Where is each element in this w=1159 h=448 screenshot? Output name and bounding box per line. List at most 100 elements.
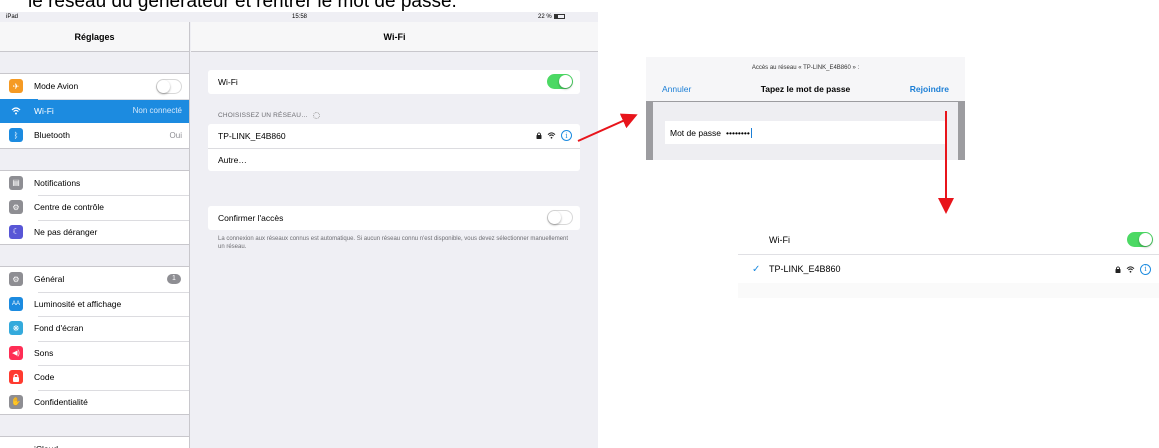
bluetooth-status-value: Oui xyxy=(169,130,182,140)
network-name: TP-LINK_E4B860 xyxy=(218,130,286,141)
ipad-settings-screenshot: iPad 15:58 22 % Réglages ✈ Mode Avion Wi… xyxy=(0,12,598,448)
lock-icon xyxy=(9,370,23,385)
network-list: TP-LINK_E4B860 i Autre… xyxy=(208,124,580,171)
wifi-signal-icon xyxy=(1126,265,1135,273)
sidebar-item-label: Ne pas déranger xyxy=(34,226,98,237)
connected-result-screenshot: Wi-Fi ✓ TP-LINK_E4B860 i xyxy=(738,225,1159,298)
sidebar-item-label: Code xyxy=(34,372,55,383)
sidebar-group-icloud: ☁ iCloud xyxy=(0,436,189,448)
other-network-label: Autre… xyxy=(218,154,247,165)
wifi-switch-label: Wi-Fi xyxy=(218,76,238,87)
sidebar-item-display[interactable]: AA Luminosité et affichage xyxy=(0,291,189,317)
result-wifi-toggle[interactable] xyxy=(1127,232,1153,247)
sidebar-item-label: Wi-Fi xyxy=(34,105,54,116)
sidebar-item-label: Centre de contrôle xyxy=(34,202,104,213)
general-badge: 1 xyxy=(167,274,181,285)
airplane-icon: ✈ xyxy=(9,79,23,94)
wifi-switch-group: Wi-Fi xyxy=(208,70,580,94)
wifi-detail-pane: Wi-Fi Wi-Fi CHOISISSEZ UN RÉSEAU… TP-LIN… xyxy=(191,22,598,448)
other-network-row[interactable]: Autre… xyxy=(208,147,580,172)
battery-percent: 22 % xyxy=(538,14,552,21)
sidebar-item-wallpaper[interactable]: ❋ Fond d'écran xyxy=(0,316,189,341)
battery-icon xyxy=(553,14,565,19)
sound-icon: ◀) xyxy=(9,345,23,360)
sidebar-item-label: Bluetooth xyxy=(34,130,70,141)
gear-icon: ⚙ xyxy=(9,272,23,287)
control-center-icon: ⚙ xyxy=(9,200,23,215)
sidebar-item-privacy[interactable]: ✋ Confidentialité xyxy=(0,389,189,415)
status-time: 15:58 xyxy=(292,14,308,20)
status-bar: iPad 15:58 22 % xyxy=(0,12,598,22)
wifi-switch-row: Wi-Fi xyxy=(208,70,580,94)
airplane-mode-toggle[interactable] xyxy=(156,78,182,94)
sidebar-item-airplane-mode[interactable]: ✈ Mode Avion xyxy=(0,74,189,99)
password-sheet-header: Accès au réseau « TP-LINK_E4B860 » : Tap… xyxy=(646,57,965,101)
wifi-toggle[interactable] xyxy=(547,74,573,90)
checkmark-icon: ✓ xyxy=(752,263,761,275)
password-sheet-screenshot: Accès au réseau « TP-LINK_E4B860 » : Tap… xyxy=(646,57,965,160)
sidebar-item-do-not-disturb[interactable]: ☾ Ne pas déranger xyxy=(0,219,189,245)
info-icon[interactable]: i xyxy=(1140,263,1151,275)
sidebar-item-wifi[interactable]: Wi-Fi Non connecté xyxy=(0,98,189,123)
wifi-icon xyxy=(9,103,23,118)
result-wifi-label: Wi-Fi xyxy=(769,234,790,245)
choose-network-section-label: CHOISISSEZ UN RÉSEAU… xyxy=(218,112,320,119)
result-network-row[interactable]: ✓ TP-LINK_E4B860 i xyxy=(738,254,1159,283)
network-row[interactable]: TP-LINK_E4B860 i xyxy=(208,124,580,148)
lock-icon xyxy=(536,132,542,140)
ask-to-join-toggle[interactable] xyxy=(547,210,573,226)
sidebar-group-connectivity: ✈ Mode Avion Wi-Fi Non connecté ᛒ Blueto… xyxy=(0,73,189,149)
hand-icon: ✋ xyxy=(9,394,23,409)
sidebar-item-label: Confidentialité xyxy=(34,396,88,407)
sidebar-item-bluetooth[interactable]: ᛒ Bluetooth Oui xyxy=(0,123,189,148)
carrier-label: iPad xyxy=(6,14,19,20)
sidebar-item-notifications[interactable]: ▤ Notifications xyxy=(0,171,189,196)
cloud-icon: ☁ xyxy=(9,442,23,448)
loading-spinner-icon xyxy=(312,112,320,119)
settings-sidebar: Réglages ✈ Mode Avion Wi-Fi Non connecté… xyxy=(0,22,190,448)
cancel-button[interactable]: Annuler xyxy=(662,84,691,94)
sidebar-item-label: Sons xyxy=(34,347,54,358)
ask-to-join-label: Confirmer l'accès xyxy=(218,212,284,223)
join-button[interactable]: Rejoindre xyxy=(910,84,949,94)
result-wifi-row: Wi-Fi xyxy=(738,225,1159,254)
sidebar-item-label: Fond d'écran xyxy=(34,323,84,334)
ask-to-join-group: Confirmer l'accès xyxy=(208,206,580,230)
ask-to-join-row: Confirmer l'accès xyxy=(208,206,580,230)
sidebar-item-general[interactable]: ⚙ Général 1 xyxy=(0,267,189,292)
ask-to-join-footnote: La connexion aux réseaux connus est auto… xyxy=(218,236,569,250)
wifi-status-value: Non connecté xyxy=(132,106,182,116)
brightness-icon: AA xyxy=(9,296,23,311)
sidebar-item-label: Luminosité et affichage xyxy=(34,298,122,309)
text-caret xyxy=(750,127,752,138)
sidebar-item-label: Mode Avion xyxy=(34,81,79,92)
section-label-text: CHOISISSEZ UN RÉSEAU… xyxy=(218,112,308,120)
wallpaper-icon: ❋ xyxy=(9,321,23,336)
sidebar-item-label: Notifications xyxy=(34,177,81,188)
sidebar-item-label: Général xyxy=(34,274,65,285)
sidebar-item-passcode[interactable]: Code xyxy=(0,365,189,390)
moon-icon: ☾ xyxy=(9,224,23,239)
password-field[interactable]: Mot de passe •••••••• xyxy=(665,121,947,144)
sidebar-item-sounds[interactable]: ◀) Sons xyxy=(0,340,189,366)
info-icon[interactable]: i xyxy=(561,130,572,142)
result-network-name: TP-LINK_E4B860 xyxy=(769,264,841,274)
password-field-label: Mot de passe xyxy=(670,127,722,138)
sidebar-item-label: iCloud xyxy=(34,444,58,448)
sidebar-item-icloud[interactable]: ☁ iCloud xyxy=(0,437,189,448)
sidebar-group-notifications: ▤ Notifications ⚙ Centre de contrôle ☾ N… xyxy=(0,169,189,245)
lock-icon xyxy=(1115,265,1121,273)
result-network-indicators: i xyxy=(1115,263,1151,275)
wifi-signal-icon xyxy=(547,132,556,139)
sidebar-group-general: ⚙ Général 1 AA Luminosité et affichage ❋… xyxy=(0,266,189,415)
password-sheet-body: Mot de passe •••••••• xyxy=(653,102,958,160)
sidebar-item-control-center[interactable]: ⚙ Centre de contrôle xyxy=(0,195,189,220)
sidebar-title: Réglages xyxy=(0,22,189,52)
notifications-icon: ▤ xyxy=(9,175,23,190)
bluetooth-icon: ᛒ xyxy=(9,128,23,143)
detail-title: Wi-Fi xyxy=(191,22,598,52)
password-field-value: •••••••• xyxy=(726,127,750,138)
join-network-subtitle: Accès au réseau « TP-LINK_E4B860 » : xyxy=(751,65,860,71)
battery-indicator: 22 % xyxy=(538,14,565,20)
network-indicators: i xyxy=(536,130,572,142)
